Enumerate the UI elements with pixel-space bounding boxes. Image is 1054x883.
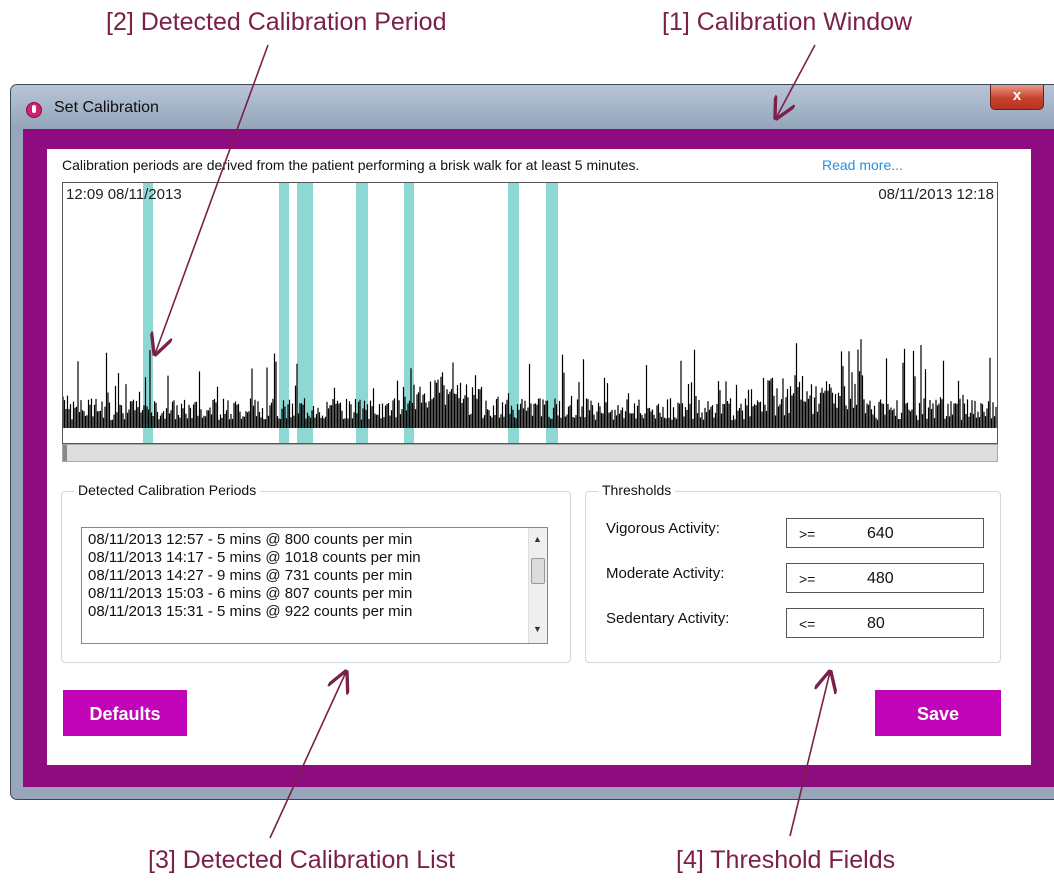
scroll-thumb[interactable] [531,558,545,584]
list-scrollbar[interactable]: ▲ ▼ [528,528,547,643]
activity-trace [63,339,997,428]
sedentary-label: Sedentary Activity: [606,610,730,627]
calibration-window: Set Calibration x Calibration periods ar… [10,84,1054,800]
save-button[interactable]: Save [875,690,1001,736]
title-bar[interactable]: Set Calibration x [11,85,1054,129]
info-text: Calibration periods are derived from the… [62,157,640,173]
periods-group: Detected Calibration Periods 08/11/2013 … [61,482,571,663]
activity-chart[interactable]: 12:09 08/11/2013 08/11/2013 12:18 [62,182,998,444]
window-frame: Calibration periods are derived from the… [23,129,1054,787]
vigorous-field[interactable]: >= 640 [786,518,984,548]
scroll-up-icon[interactable]: ▲ [533,534,542,544]
calibration-period-list[interactable]: 08/11/2013 12:57 - 5 mins @ 800 counts p… [81,527,548,644]
calibration-highlight [356,183,368,443]
app-logo-icon [26,102,42,118]
sedentary-value: 80 [867,615,885,632]
callout-detected-period: [2] Detected Calibration Period [106,8,447,36]
moderate-label: Moderate Activity: [606,565,725,582]
moderate-value: 480 [867,570,894,587]
calibration-highlight [508,183,519,443]
thresholds-group: Thresholds Vigorous Activity: >= 640 Mod… [585,482,1001,663]
moderate-field[interactable]: >= 480 [786,563,984,593]
list-item[interactable]: 08/11/2013 14:27 - 9 mins @ 731 counts p… [82,567,530,585]
list-items: 08/11/2013 12:57 - 5 mins @ 800 counts p… [82,531,530,621]
defaults-button[interactable]: Defaults [63,690,187,736]
thresholds-group-title: Thresholds [598,482,676,498]
dialog-content: Calibration periods are derived from the… [47,149,1031,765]
activity-chart-canvas [63,183,997,443]
callout-calibration-list: [3] Detected Calibration List [148,846,456,874]
read-more-link[interactable]: Read more... [822,157,903,173]
list-item[interactable]: 08/11/2013 15:31 - 5 mins @ 922 counts p… [82,603,530,621]
list-item[interactable]: 08/11/2013 14:17 - 5 mins @ 1018 counts … [82,549,530,567]
vigorous-label: Vigorous Activity: [606,520,720,537]
list-item[interactable]: 08/11/2013 12:57 - 5 mins @ 800 counts p… [82,531,530,549]
scroll-down-icon[interactable]: ▼ [533,624,542,634]
chart-start-label: 12:09 08/11/2013 [66,186,182,203]
vigorous-value: 640 [867,525,894,542]
periods-group-title: Detected Calibration Periods [74,482,261,498]
moderate-operator: >= [799,571,816,587]
callout-calibration-window: [1] Calibration Window [662,8,913,36]
calibration-highlight [143,183,153,443]
close-button[interactable]: x [990,85,1044,110]
sedentary-operator: <= [799,616,816,632]
list-item[interactable]: 08/11/2013 15:03 - 6 mins @ 807 counts p… [82,585,530,603]
chart-scrollbar[interactable] [62,444,998,462]
chart-end-label: 08/11/2013 12:18 [878,186,994,203]
callout-threshold-fields: [4] Threshold Fields [676,846,896,874]
sedentary-field[interactable]: <= 80 [786,608,984,638]
window-title: Set Calibration [54,99,159,116]
vigorous-operator: >= [799,526,816,542]
